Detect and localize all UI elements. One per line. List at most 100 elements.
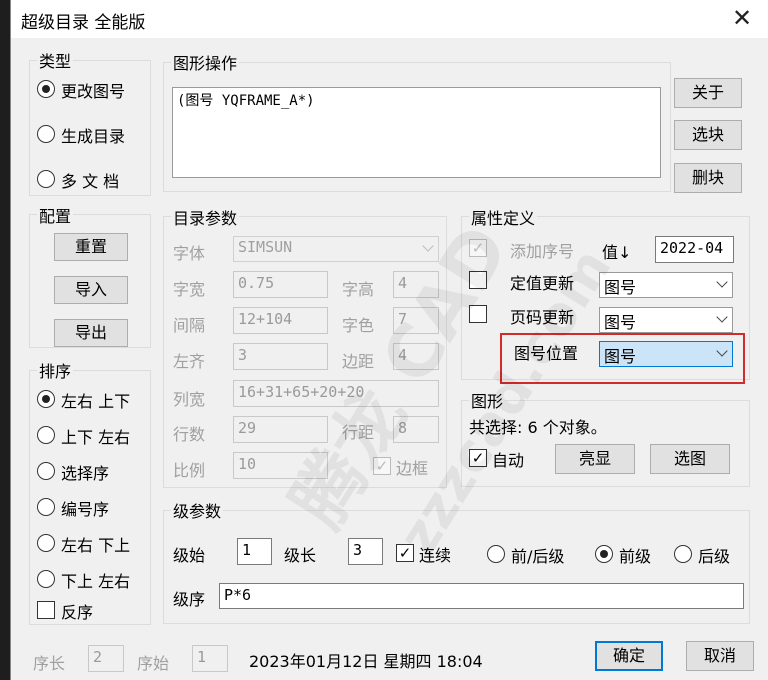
sort-radio-lr-tb[interactable]: [37, 390, 55, 408]
chevron-down-icon: [716, 345, 728, 357]
fixed-update-select[interactable]: 图号: [599, 272, 733, 298]
level-params-label: 级参数: [171, 498, 224, 522]
value-field[interactable]: 2022-04: [655, 236, 734, 263]
spacing-label: 间隔: [173, 316, 206, 335]
sort-radio-lr-bt[interactable]: [37, 534, 55, 552]
row-spacing-label: 行距: [342, 423, 375, 442]
number-position-select-value: 图号: [604, 347, 637, 366]
delete-block-button[interactable]: 删块: [674, 163, 742, 193]
font-label: 字体: [173, 244, 206, 263]
margin-field: 4: [393, 343, 439, 370]
border-label: 边框: [396, 459, 429, 478]
scale-field: 10: [233, 452, 328, 479]
type-radio-multi-document[interactable]: [37, 170, 55, 188]
selection-status: 共选择: 6 个对象。: [469, 418, 607, 437]
sort-radio-selection-order[interactable]: [37, 462, 55, 480]
col-width-label: 列宽: [173, 390, 206, 409]
font-select-value: SIMSUN: [238, 238, 293, 256]
rows-field: 29: [233, 416, 328, 443]
left-align-field: 3: [233, 343, 328, 370]
type-group-label: 类型: [37, 48, 74, 72]
row-spacing-field: 8: [393, 416, 439, 443]
level-order-field[interactable]: P*6: [219, 583, 744, 609]
page-update-select[interactable]: 图号: [599, 307, 733, 333]
suffix-label[interactable]: 后级: [698, 543, 730, 567]
close-icon[interactable]: ✕: [729, 4, 755, 32]
radio-suffix[interactable]: [674, 545, 692, 563]
char-height-label: 字高: [342, 280, 375, 299]
type-option-label[interactable]: 更改图号: [61, 78, 125, 102]
auto-checkbox[interactable]: ✓: [469, 449, 487, 467]
fixed-update-select-value: 图号: [604, 278, 637, 297]
add-seq-checkbox: ✓: [469, 239, 487, 257]
type-option-label[interactable]: 多 文 档: [61, 168, 119, 192]
attr-def-label: 属性定义: [469, 205, 538, 229]
value-label: 值↓: [602, 243, 632, 262]
reverse-label[interactable]: 反序: [61, 599, 93, 623]
col-width-field: 16+31+65+20+20: [233, 380, 439, 407]
page-update-label[interactable]: 页码更新: [510, 304, 574, 328]
char-width-field: 0.75: [233, 271, 328, 298]
type-radio-generate-catalog[interactable]: [37, 125, 55, 143]
radio-prefix[interactable]: [595, 545, 613, 563]
scale-label: 比例: [173, 461, 206, 480]
cancel-button[interactable]: 取消: [686, 641, 754, 671]
shape-ops-textarea[interactable]: (图号 YQFRAME_A*): [172, 87, 661, 178]
export-button[interactable]: 导出: [54, 319, 128, 347]
reset-button[interactable]: 重置: [54, 233, 128, 261]
sort-option-label[interactable]: 上下 左右: [61, 424, 130, 448]
char-color-field: 7: [393, 307, 439, 334]
level-order-label: 级序: [173, 590, 206, 609]
continuous-checkbox[interactable]: ✓: [396, 544, 414, 562]
sort-option-label[interactable]: 下上 左右: [61, 568, 130, 592]
title-bar[interactable]: 超级目录 全能版 ✕: [11, 0, 768, 38]
reverse-checkbox[interactable]: [37, 601, 55, 619]
char-color-label: 字色: [342, 316, 375, 335]
sort-option-label[interactable]: 左右 上下: [61, 388, 130, 412]
fixed-update-checkbox[interactable]: [469, 271, 487, 289]
level-length-label: 级长: [284, 546, 317, 565]
select-block-button[interactable]: 选块: [674, 120, 742, 150]
margin-label: 边距: [342, 352, 375, 371]
catalog-params-label: 目录参数: [171, 205, 240, 229]
add-seq-label: 添加序号: [510, 242, 575, 261]
page-update-checkbox[interactable]: [469, 305, 487, 323]
char-height-field: 4: [393, 271, 439, 298]
font-select: SIMSUN: [233, 236, 439, 262]
number-position-select[interactable]: 图号: [599, 341, 733, 367]
sort-radio-tb-lr[interactable]: [37, 426, 55, 444]
seq-start-label: 序始: [137, 654, 170, 673]
shape-ops-label: 图形操作: [171, 50, 240, 74]
sort-radio-bt-lr[interactable]: [37, 570, 55, 588]
left-align-label: 左齐: [173, 352, 206, 371]
page-update-select-value: 图号: [604, 313, 637, 332]
select-shape-button[interactable]: 选图: [650, 444, 730, 474]
auto-label[interactable]: 自动: [492, 447, 524, 471]
config-group-label: 配置: [37, 203, 74, 227]
prefix-label[interactable]: 前级: [619, 543, 651, 567]
level-start-field[interactable]: 1: [237, 538, 272, 565]
sort-radio-number-order[interactable]: [37, 498, 55, 516]
seq-length-field: 2: [88, 645, 124, 672]
prefix-suffix-label[interactable]: 前/后级: [511, 543, 564, 567]
continuous-label[interactable]: 连续: [419, 542, 451, 566]
ok-button[interactable]: 确定: [595, 641, 663, 671]
level-length-field[interactable]: 3: [348, 538, 383, 565]
sort-option-label[interactable]: 选择序: [61, 460, 109, 484]
type-option-label[interactable]: 生成目录: [61, 123, 125, 147]
char-width-label: 字宽: [173, 280, 206, 299]
radio-prefix-suffix[interactable]: [487, 545, 505, 563]
level-start-label: 级始: [173, 546, 206, 565]
highlight-button[interactable]: 亮显: [555, 444, 635, 474]
sort-option-label[interactable]: 左右 下上: [61, 532, 130, 556]
sort-option-label[interactable]: 编号序: [61, 496, 109, 520]
import-button[interactable]: 导入: [54, 276, 128, 304]
rows-label: 行数: [173, 425, 206, 444]
seq-length-label: 序长: [33, 654, 66, 673]
dialog-window: 超级目录 全能版 ✕ 类型 更改图号 生成目录 多 文 档 配置 重置 导入 导…: [10, 0, 768, 680]
fixed-update-label[interactable]: 定值更新: [510, 270, 574, 294]
chevron-down-icon: [716, 276, 728, 288]
type-radio-change-number[interactable]: [37, 80, 55, 98]
about-button[interactable]: 关于: [674, 78, 742, 108]
number-position-label: 图号位置: [514, 344, 579, 363]
